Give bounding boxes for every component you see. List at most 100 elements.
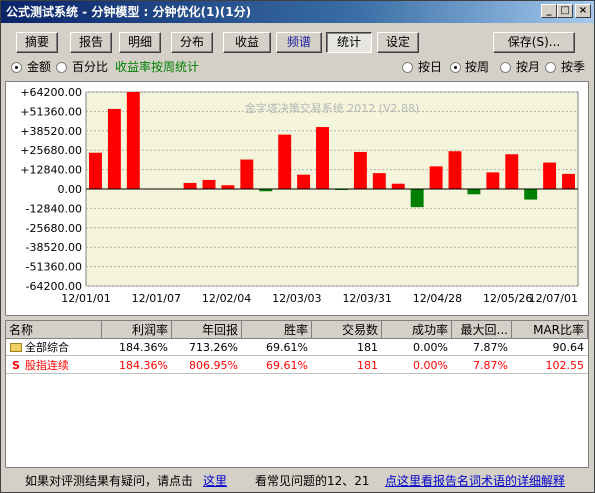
main-window: 公式测试系统 - 分钟模型 : 分钟优化(1)(1分) _ □ × 摘要 报告 …	[0, 0, 595, 493]
table-header: 名称 利润率 年回报 胜率 交易数 成功率 最大回... MAR比率	[6, 321, 588, 339]
tab-report[interactable]: 报告	[70, 32, 112, 53]
y-tick-label: +12840.00	[20, 164, 82, 177]
save-button[interactable]: 保存(S)...	[493, 32, 575, 53]
bar	[107, 108, 121, 189]
by-quarter-label: 按季	[561, 60, 586, 74]
cell-text: 806.95%	[189, 359, 238, 372]
percent-radio[interactable]	[56, 62, 67, 73]
col-win-rate[interactable]: 胜率	[242, 321, 312, 339]
bar	[89, 152, 102, 189]
tab-distribution[interactable]: 分布	[171, 32, 213, 53]
cell-text: 69.61%	[266, 341, 308, 354]
table-cell: 7.87%	[452, 357, 512, 374]
by-month-radio[interactable]	[500, 62, 511, 73]
bar	[221, 185, 235, 189]
table-cell: 806.95%	[172, 357, 242, 374]
y-tick-label: +51360.00	[20, 105, 82, 118]
col-mar-ratio[interactable]: MAR比率	[512, 321, 588, 339]
cell-text: 184.36%	[119, 341, 168, 354]
x-tick-label: 12/03/31	[342, 292, 391, 305]
minimize-button[interactable]: _	[541, 4, 557, 18]
bar	[505, 154, 519, 189]
x-tick-label: 12/07/01	[529, 292, 578, 305]
maximize-button[interactable]: □	[557, 4, 573, 18]
status-text-2: 看常见问题的12、21	[255, 474, 370, 488]
table-cell: 69.61%	[242, 357, 312, 374]
close-button[interactable]: ×	[575, 4, 591, 18]
bar	[297, 174, 311, 189]
title-bar: 公式测试系统 - 分钟模型 : 分钟优化(1)(1分) _ □ ×	[1, 1, 594, 23]
table-cell: 184.36%	[102, 357, 172, 374]
bar	[467, 189, 481, 195]
by-month-label: 按月	[516, 60, 541, 74]
x-tick-label: 12/01/07	[132, 292, 181, 305]
table-row[interactable]: S 股指连续 184.36% 806.95% 69.61% 181 0.00% 7.87% 10…	[6, 357, 588, 374]
col-trades[interactable]: 交易数	[312, 321, 382, 339]
table-cell: 184.36%	[102, 339, 172, 356]
by-day-label: 按日	[418, 60, 443, 74]
col-profit-rate[interactable]: 利润率	[102, 321, 172, 339]
cell-text: 7.87%	[473, 341, 508, 354]
bar	[202, 179, 216, 189]
table-cell: 全部综合	[6, 339, 102, 356]
amount-label: 金额	[27, 60, 52, 74]
weekly-stat-note: 收益率按周统计	[115, 60, 200, 74]
col-max-drawdown[interactable]: 最大回...	[452, 321, 512, 339]
bar	[353, 151, 367, 189]
tab-profit[interactable]: 收益	[223, 32, 271, 53]
table-cell: 69.61%	[242, 339, 312, 356]
by-week-label: 按周	[465, 60, 490, 74]
status-bar: 如果对评测结果有疑问，请点击 这里 看常见问题的12、21 点这里看报告名词术语…	[5, 472, 589, 491]
y-tick-label: +64200.00	[20, 86, 82, 99]
tab-summary[interactable]: 摘要	[16, 32, 58, 53]
bar	[316, 127, 329, 189]
col-name[interactable]: 名称	[6, 321, 102, 339]
bar	[278, 134, 292, 189]
tab-detail[interactable]: 明细	[119, 32, 161, 53]
y-tick-label: -51360.00	[26, 261, 82, 274]
col-success-rate[interactable]: 成功率	[382, 321, 452, 339]
bar	[410, 189, 424, 208]
y-tick-label: +38520.00	[20, 125, 82, 138]
bar	[126, 92, 140, 189]
status-text-1: 如果对评测结果有疑问，请点击	[25, 474, 194, 488]
cell-text: 102.55	[545, 359, 585, 372]
bar	[524, 189, 538, 200]
percent-label: 百分比	[72, 60, 109, 74]
window-title: 公式测试系统 - 分钟模型 : 分钟优化(1)(1分)	[6, 5, 252, 19]
by-quarter-radio[interactable]	[545, 62, 556, 73]
bar	[429, 166, 443, 189]
by-week-radio[interactable]	[450, 62, 461, 73]
by-day-radio[interactable]	[402, 62, 413, 73]
table-cell: 181	[312, 357, 382, 374]
cell-text: 0.00%	[413, 359, 448, 372]
cell-text: 0.00%	[413, 341, 448, 354]
x-tick-label: 12/05/26	[483, 292, 532, 305]
table-row[interactable]: 全部综合 184.36% 713.26% 69.61% 181 0.00% 7.87% 90.…	[6, 339, 588, 356]
table-cell: 90.64	[512, 339, 588, 356]
bar	[183, 182, 197, 189]
tab-statistics[interactable]: 统计	[326, 32, 372, 53]
bar	[486, 172, 500, 189]
folder-icon	[10, 343, 22, 352]
cell-text: 184.36%	[119, 359, 168, 372]
faq-link[interactable]: 这里	[203, 472, 227, 491]
amount-radio[interactable]	[11, 62, 22, 73]
chart-panel: +64200.00 +51360.00 +38520.00 +25680.00 +128…	[5, 81, 589, 316]
x-tick-label: 12/02/04	[202, 292, 251, 305]
x-tick-label: 12/01/01	[61, 292, 110, 305]
y-tick-label: -12840.00	[26, 202, 82, 215]
tab-spectrum[interactable]: 频谱	[276, 32, 322, 53]
cell-text: 181	[357, 341, 378, 354]
watermark: 金字塔决策交易系统 2012 (V2.88)	[245, 101, 420, 115]
y-tick-label: 0.00	[58, 183, 83, 196]
glossary-link[interactable]: 点这里看报告名词术语的详细解释	[385, 472, 565, 491]
bar	[448, 151, 462, 189]
x-tick-label: 12/03/03	[272, 292, 321, 305]
table-cell: 102.55	[512, 357, 588, 374]
table-cell: 0.00%	[382, 339, 452, 356]
tab-settings[interactable]: 设定	[377, 32, 419, 53]
table-cell: 7.87%	[452, 339, 512, 356]
table-cell: 0.00%	[382, 357, 452, 374]
col-annual-return[interactable]: 年回报	[172, 321, 242, 339]
